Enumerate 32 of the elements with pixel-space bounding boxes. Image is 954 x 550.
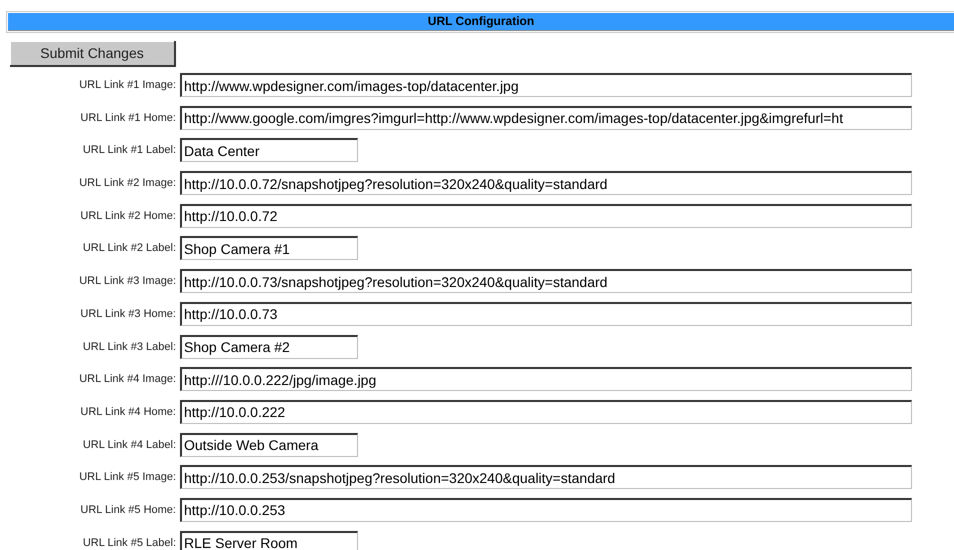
field-label: URL Link #3 Image: bbox=[79, 275, 176, 288]
input-field[interactable]: http://10.0.0.253/snapshotjpeg?resolution=320x240&quality=standard bbox=[180, 465, 912, 490]
input-field[interactable]: Outside Web Camera bbox=[180, 432, 358, 457]
field-label: URL Link #5 Label: bbox=[82, 536, 176, 549]
input-field[interactable]: http://10.0.0.73 bbox=[180, 302, 912, 326]
input-field[interactable]: http://10.0.0.73/snapshotjpeg?resolution=320x240&quality=standard bbox=[180, 269, 912, 294]
field-label: URL Link #4 Home: bbox=[80, 406, 176, 418]
section-header: URL Configuration bbox=[8, 13, 954, 31]
field-label: URL Link #4 Image: bbox=[79, 373, 176, 386]
field-label: URL Link #1 Label: bbox=[82, 144, 176, 156]
field-label: URL Link #1 Home: bbox=[80, 112, 176, 124]
input-field[interactable]: Shop Camera #2 bbox=[180, 334, 358, 358]
input-field[interactable]: http:///10.0.0.222/jpg/image.jpg bbox=[180, 367, 912, 392]
input-field[interactable]: http://www.wpdesigner.com/images-top/datacenter.jpg bbox=[180, 73, 912, 97]
input-field[interactable]: http://10.0.0.222 bbox=[180, 400, 912, 424]
input-field[interactable]: http://10.0.0.72/snapshotjpeg?resolution=320x240&quality=standard bbox=[180, 171, 912, 196]
input-field[interactable]: RLE Server Room bbox=[180, 530, 358, 550]
field-label: URL Link #2 Label: bbox=[82, 242, 176, 254]
input-field[interactable]: http://10.0.0.72 bbox=[180, 204, 912, 228]
field-label: URL Link #1 Image: bbox=[79, 79, 176, 91]
input-field[interactable]: Data Center bbox=[180, 138, 358, 162]
field-label: URL Link #3 Home: bbox=[80, 308, 176, 320]
input-field[interactable]: Shop Camera #1 bbox=[180, 236, 358, 260]
field-label: URL Link #2 Home: bbox=[80, 210, 176, 222]
input-field[interactable]: http://10.0.0.253 bbox=[180, 498, 912, 522]
field-label: URL Link #2 Image: bbox=[79, 177, 176, 190]
field-label: URL Link #3 Label: bbox=[82, 340, 176, 352]
input-field[interactable]: http://www.google.com/imgres?imgurl=http://www.wpdesigner.com/images-top/datacenter.jpg&imgrefurl=ht bbox=[180, 106, 912, 130]
field-label: URL Link #5 Image: bbox=[79, 471, 176, 484]
field-label: URL Link #4 Label: bbox=[82, 438, 176, 451]
field-label: URL Link #5 Home: bbox=[80, 504, 176, 516]
submit-button[interactable]: Submit Changes bbox=[10, 41, 176, 67]
